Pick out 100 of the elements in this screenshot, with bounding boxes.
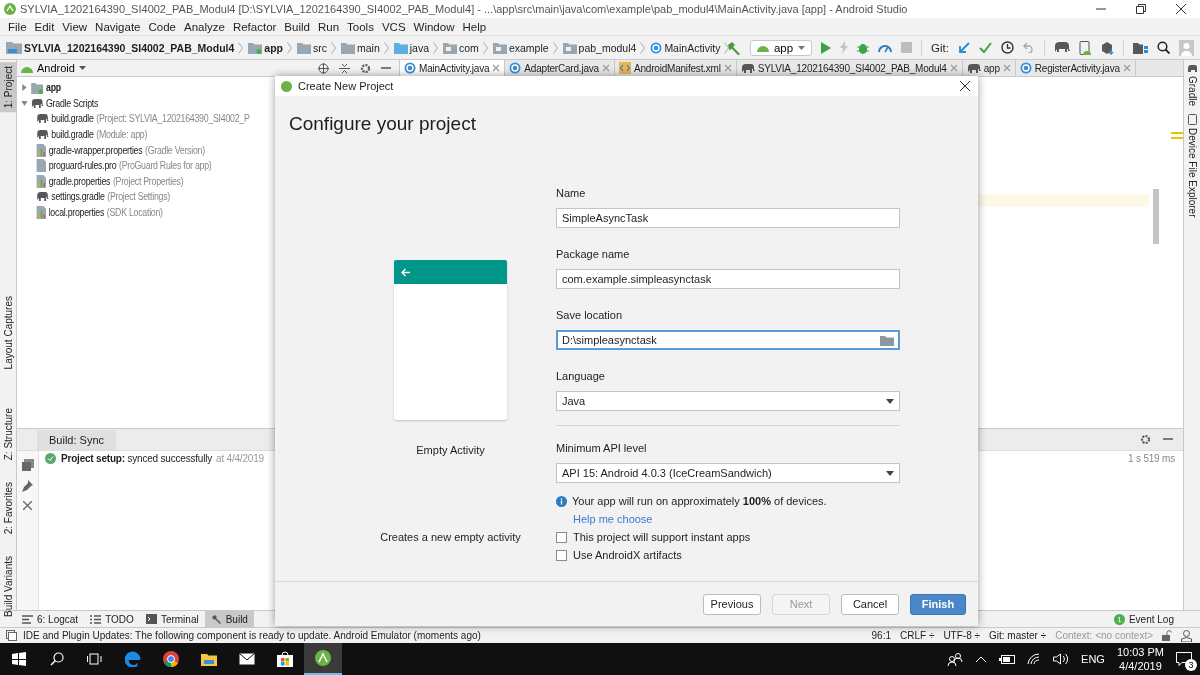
dialog-button[interactable]: Previous xyxy=(703,593,761,615)
speaker-icon[interactable] xyxy=(1053,653,1070,665)
dropdown[interactable]: Java xyxy=(556,391,900,411)
menu-item[interactable]: Tools xyxy=(343,20,378,33)
tool-window-tab[interactable]: TODO xyxy=(84,610,140,628)
tool-window-tab[interactable]: Build Variants xyxy=(0,552,16,622)
collapse-icon[interactable] xyxy=(339,62,350,74)
menu-item[interactable]: Code xyxy=(144,20,180,33)
inspector-icon[interactable] xyxy=(1181,629,1192,642)
folder-grid-icon[interactable] xyxy=(1133,41,1148,54)
tree-item[interactable]: gradle.properties xyxy=(48,175,111,187)
scrollbar-thumb[interactable] xyxy=(1153,189,1159,244)
breadcrumb[interactable]: main xyxy=(357,41,380,54)
input-field[interactable]: SimpleAsyncTask xyxy=(556,208,900,228)
tool-window-tab[interactable]: 6: Logcat xyxy=(16,610,85,628)
help-link[interactable]: Help me choose xyxy=(573,513,900,525)
breadcrumb[interactable]: pab_modul4 xyxy=(578,41,637,54)
clock[interactable]: 10:03 PM 4/4/2019 xyxy=(1116,645,1164,673)
menu-item[interactable]: Edit xyxy=(30,20,59,33)
gauge-icon[interactable] xyxy=(878,42,893,53)
update-arrow-icon[interactable] xyxy=(958,41,970,54)
breadcrumb[interactable]: src xyxy=(313,41,327,54)
git-branch[interactable]: Git: master ÷ xyxy=(989,630,1047,641)
checkbox-label[interactable]: This project will support instant apps xyxy=(573,531,751,543)
tree-item[interactable]: Gradle Scripts xyxy=(46,97,99,109)
menu-item[interactable]: Navigate xyxy=(91,20,145,33)
tool-window-tab[interactable]: Device File Explorer xyxy=(1184,114,1200,218)
breadcrumb[interactable]: com xyxy=(459,41,479,54)
run-icon[interactable] xyxy=(821,41,832,54)
tool-window-tab[interactable]: Terminal xyxy=(139,610,205,628)
expand-arrow-icon[interactable] xyxy=(20,83,29,93)
dialog-button[interactable]: Cancel xyxy=(841,593,899,615)
windows-logo-icon[interactable] xyxy=(12,652,26,666)
tree-item[interactable]: gradle-wrapper.properties xyxy=(48,144,143,156)
breadcrumb[interactable]: java xyxy=(409,41,430,54)
tree-item[interactable]: build.gradle xyxy=(51,129,94,141)
menu-item[interactable]: Window xyxy=(409,20,459,33)
close-icon[interactable] xyxy=(1176,4,1186,14)
breadcrumb[interactable]: app xyxy=(264,41,283,54)
tool-window-tab[interactable]: 1: Project xyxy=(0,62,16,113)
people-icon[interactable] xyxy=(947,652,964,666)
mail-icon[interactable] xyxy=(239,653,255,665)
breadcrumb[interactable]: SYLVIA_1202164390_SI4002_PAB_Modul4 xyxy=(24,41,235,54)
close-tab-icon[interactable] xyxy=(492,64,501,72)
tool-window-tab[interactable]: Gradle xyxy=(1184,64,1200,106)
lock-icon[interactable] xyxy=(1162,630,1172,641)
notification-icon[interactable] xyxy=(1176,652,1192,666)
check-icon[interactable] xyxy=(979,42,992,53)
breadcrumb[interactable]: MainActivity xyxy=(664,41,721,54)
checkbox[interactable] xyxy=(556,531,567,543)
tool-window-tab[interactable]: Z: Structure xyxy=(0,403,16,464)
build-sync-tab[interactable]: Build: Sync xyxy=(37,429,117,450)
caret-position[interactable]: 96:1 xyxy=(871,630,891,641)
checkbox[interactable] xyxy=(556,549,567,561)
battery-icon[interactable] xyxy=(999,654,1016,664)
wifi-icon[interactable] xyxy=(1027,653,1042,665)
folder-icon[interactable] xyxy=(201,652,217,666)
dropdown[interactable]: API 15: Android 4.0.3 (IceCreamSandwich) xyxy=(556,463,900,483)
menu-item[interactable]: Refactor xyxy=(228,20,281,33)
search-icon[interactable] xyxy=(50,652,64,666)
input-language[interactable]: ENG xyxy=(1081,653,1105,665)
input-field[interactable]: D:\simpleasynctask xyxy=(556,330,900,350)
tree-item[interactable]: build.gradle xyxy=(51,113,94,125)
chevron-up-icon[interactable] xyxy=(975,655,988,663)
primary-button[interactable]: Finish xyxy=(910,593,966,615)
task-view-icon[interactable] xyxy=(87,653,103,665)
breadcrumb[interactable]: example xyxy=(508,41,549,54)
tool-window-tab[interactable]: 2: Favorites xyxy=(0,477,16,539)
store-icon[interactable] xyxy=(277,651,293,667)
input-field[interactable]: com.example.simpleasynctask xyxy=(556,269,900,289)
menu-item[interactable]: File xyxy=(4,20,31,33)
target-icon[interactable] xyxy=(318,62,329,74)
checkbox-label[interactable]: Use AndroidX artifacts xyxy=(573,549,682,561)
event-log-tab[interactable]: 1 Event Log xyxy=(1107,610,1180,628)
close-icon[interactable] xyxy=(23,501,32,510)
tree-item[interactable]: proguard-rules.pro xyxy=(48,160,117,172)
elephant-icon[interactable] xyxy=(1054,41,1070,54)
file-encoding[interactable]: UTF-8 ÷ xyxy=(943,630,980,641)
close-button[interactable] xyxy=(960,81,970,91)
status-message[interactable]: IDE and Plugin Updates: The following component is ready to update. Android Emulator (moments ago) xyxy=(23,630,481,641)
activity-template-preview[interactable] xyxy=(394,260,507,420)
menu-item[interactable]: Help xyxy=(458,20,491,33)
expand-arrow-icon[interactable] xyxy=(20,98,29,108)
tree-item[interactable]: local.properties xyxy=(48,207,105,219)
menu-item[interactable]: Analyze xyxy=(179,20,229,33)
tool-window-tab[interactable]: Build xyxy=(204,610,254,628)
run-config-select[interactable]: app xyxy=(749,39,813,56)
menu-item[interactable]: Run xyxy=(313,20,344,33)
android-studio-icon[interactable] xyxy=(315,650,331,666)
dropdown-arrow-icon[interactable] xyxy=(886,398,894,404)
device-icon[interactable] xyxy=(1079,40,1091,55)
browser-icon[interactable] xyxy=(163,651,179,667)
editor-tab[interactable]: MainActivity.java xyxy=(400,60,506,76)
restore-icon[interactable] xyxy=(1136,4,1146,14)
clock-icon[interactable] xyxy=(1001,41,1014,54)
line-ending[interactable]: CRLF ÷ xyxy=(900,630,935,641)
menu-item[interactable]: VCS xyxy=(377,20,410,33)
cube-icon[interactable] xyxy=(1100,40,1114,55)
tree-item[interactable]: app xyxy=(46,82,61,94)
menu-item[interactable]: Build xyxy=(280,20,314,33)
